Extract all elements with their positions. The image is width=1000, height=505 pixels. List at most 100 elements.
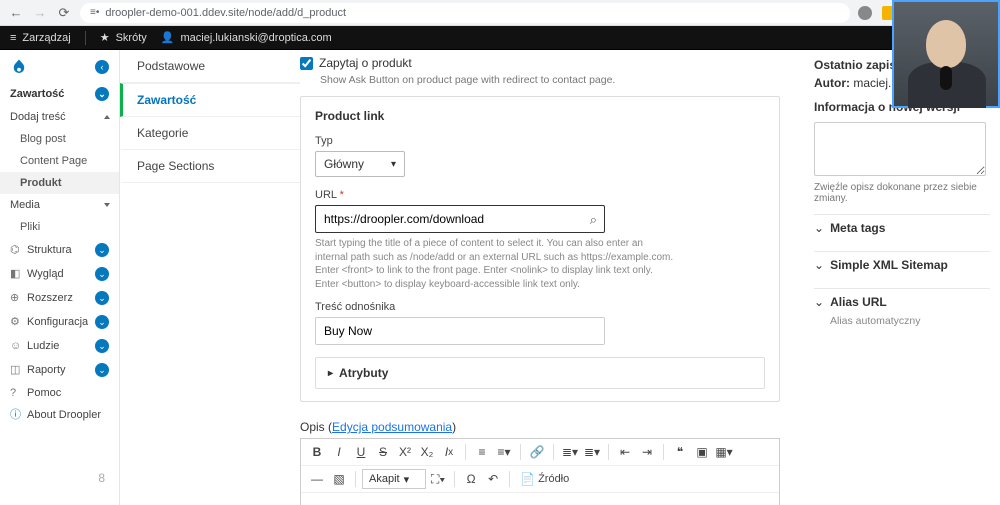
sidebar-item-reports[interactable]: ◫Raporty⌄ [0,358,119,382]
format-select[interactable]: Akapit ▾ [362,469,426,489]
sidebar-add-label: Dodaj treść [10,111,66,123]
ext-icon-1[interactable] [858,6,872,20]
vtab-basic[interactable]: Podstawowe [120,50,300,83]
align-dropdown[interactable]: ≡▾ [494,442,514,462]
sidebar-item-structure[interactable]: ⌬Struktura⌄ [0,238,119,262]
italic-button[interactable]: I [329,442,349,462]
attributes-accordion[interactable]: ▸ Atrybuty [315,357,765,389]
superscript-button[interactable]: X² [395,442,415,462]
chevron-down-icon: ⌄ [814,258,824,272]
editor-toolbar-row-2: — ▧ Akapit ▾ ⛶▾ Ω ↶ 📄Źródło [301,466,779,493]
forward-button[interactable]: → [32,5,48,21]
user-menu[interactable]: 👤 maciej.lukianski@droptica.com [161,31,332,44]
sidebar-item-blog-post[interactable]: Blog post [0,128,119,150]
back-button[interactable]: ← [8,5,24,21]
link-button[interactable]: 🔗 [527,442,547,462]
ask-about-product-label: Zapytaj o produkt [319,56,412,70]
user-icon: 👤 [161,31,175,44]
sidebar-item-media[interactable]: Media [0,194,119,216]
undo-button[interactable]: ↶ [483,469,503,489]
vtab-categories[interactable]: Kategorie [120,117,300,150]
sidebar-item-add-content[interactable]: Dodaj treść [0,106,119,128]
image-button[interactable]: ▣ [692,442,712,462]
type-value: Główny [324,157,364,171]
shortcuts-label: Skróty [116,32,147,44]
vtab-content[interactable]: Zawartość [120,83,300,117]
structure-label: Struktura [27,244,89,256]
sidebar-item-content[interactable]: Zawartość ⌄ [0,82,119,106]
subscript-button[interactable]: X₂ [417,442,437,462]
chevron-down-icon: ▾ [391,159,396,170]
manage-label: Zarządzaj [22,32,70,44]
author-label: Autor: [814,76,850,90]
vtab-sections[interactable]: Page Sections [120,150,300,183]
table-button[interactable]: ▦▾ [714,442,734,462]
sidebar-item-config[interactable]: ⚙Konfiguracja⌄ [0,310,119,334]
ask-about-product-checkbox[interactable] [300,57,313,70]
type-select[interactable]: Główny ▾ [315,151,405,177]
revision-textarea[interactable] [814,122,986,176]
underline-button[interactable]: U [351,442,371,462]
url-input[interactable] [315,205,605,233]
bold-button[interactable]: B [307,442,327,462]
manage-toggle[interactable]: ≡ Zarządzaj [10,32,71,44]
about-label: About Droopler [27,409,101,421]
chevron-icon: ⌄ [95,363,109,377]
strike-button[interactable]: S [373,442,393,462]
source-label: Źródło [538,473,569,485]
caret-up-icon [104,115,110,119]
search-icon: ⌕ [590,212,597,228]
collapse-icon[interactable]: ‹ [95,60,109,74]
drupal-icon[interactable] [10,58,28,76]
url-input-wrap: ⌕ [315,205,605,233]
align-left-button[interactable]: ≡ [472,442,492,462]
meta-tags-accordion[interactable]: ⌄ Meta tags [814,214,990,241]
webcam-overlay [892,0,1000,108]
alias-accordion[interactable]: ⌄ Alias URL [814,288,990,315]
people-icon: ☺ [10,341,21,352]
sidebar-item-files[interactable]: Pliki [0,216,119,238]
sitemap-accordion[interactable]: ⌄ Simple XML Sitemap [814,251,990,278]
sidebar-item-content-page[interactable]: Content Page [0,150,119,172]
sidebar-item-appearance[interactable]: ◧Wygląd⌄ [0,262,119,286]
outdent-button[interactable]: ⇤ [615,442,635,462]
sidebar-item-help[interactable]: ?Pomoc [0,382,119,404]
admin-toolbar: ≡ Zarządzaj ★ Skróty 👤 maciej.lukianski@… [0,26,1000,50]
extend-label: Rozszerz [27,292,89,304]
clear-format-button[interactable]: Ix [439,442,459,462]
hamburger-icon: ≡ [10,32,16,44]
sidebar-item-extend[interactable]: ⊕Rozszerz⌄ [0,286,119,310]
sidebar-content-label: Zawartość [10,88,64,100]
blockquote-button[interactable]: ❝ [670,442,690,462]
fullscreen-button[interactable]: ⛶▾ [428,469,448,489]
sidebar-item-people[interactable]: ☺Ludzie⌄ [0,334,119,358]
alias-label: Alias URL [830,295,887,309]
sidebar-item-product[interactable]: Produkt [0,172,119,194]
number-list-button[interactable]: ≣▾ [582,442,602,462]
indent-button[interactable]: ⇥ [637,442,657,462]
site-info-icon[interactable]: ≡• [90,7,99,18]
reports-label: Raporty [27,364,89,376]
config-label: Konfiguracja [27,316,89,328]
url-bar[interactable]: ≡• droopler-demo-001.ddev.site/node/add/… [80,3,850,23]
sidebar-item-about[interactable]: ⓘAbout Droopler [0,404,119,426]
toolbar-sep [663,444,664,460]
special-char-button[interactable]: Ω [461,469,481,489]
source-button[interactable]: 📄Źródło [516,469,573,489]
toolbar-sep [85,31,86,45]
chevron-icon: ⌄ [95,267,109,281]
edit-summary-link[interactable]: Edycja podsumowania [332,420,452,434]
editor-body[interactable] [301,493,779,505]
media-button[interactable]: ▧ [329,469,349,489]
hr-button[interactable]: — [307,469,327,489]
chevron-icon: ⌄ [95,291,109,305]
bullet-list-button[interactable]: ≣▾ [560,442,580,462]
reload-button[interactable]: ⟳ [56,5,72,21]
structure-icon: ⌬ [10,245,21,256]
link-text-input[interactable] [315,317,605,345]
sidebar-media-label: Media [10,199,40,211]
shortcuts-toggle[interactable]: ★ Skróty [100,31,147,44]
url-label: URL * [315,189,765,201]
url-hint: Start typing the title of a piece of con… [315,237,675,291]
appearance-label: Wygląd [27,268,89,280]
